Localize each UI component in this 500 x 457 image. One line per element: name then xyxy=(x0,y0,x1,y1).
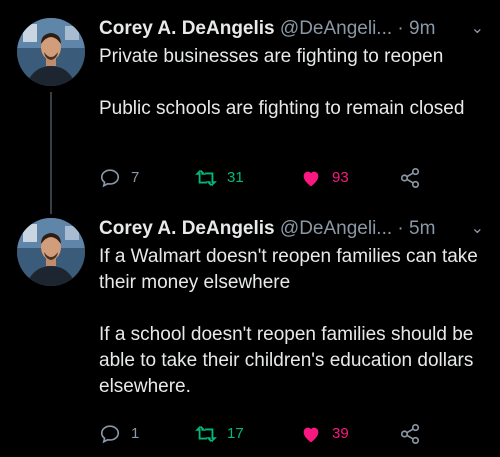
tweet-paragraph: If a Walmart doesn't reopen families can… xyxy=(99,246,478,293)
tweet-actions: 7 31 93 xyxy=(99,166,429,190)
reply-count: 7 xyxy=(131,169,140,186)
retweet-icon xyxy=(195,170,217,186)
chevron-down-icon[interactable]: ⌄ xyxy=(471,216,484,242)
reply-count: 1 xyxy=(131,425,140,442)
reply-button[interactable]: 7 xyxy=(99,166,139,190)
chevron-down-icon[interactable]: ⌄ xyxy=(471,16,484,42)
retweet-count: 31 xyxy=(227,169,244,186)
avatar[interactable] xyxy=(17,18,85,86)
reply-button[interactable]: 1 xyxy=(99,422,139,446)
timestamp[interactable]: 9m xyxy=(409,18,435,39)
tweet-paragraph: If a school doesn't reopen families shou… xyxy=(99,324,474,397)
retweet-icon xyxy=(195,426,217,442)
separator-dot: · xyxy=(397,218,404,239)
user-handle[interactable]: @DeAngeli... xyxy=(280,218,392,239)
reply-icon xyxy=(100,425,120,444)
heart-icon xyxy=(303,171,319,187)
retweet-button[interactable]: 31 xyxy=(195,166,244,190)
thread-connector-line xyxy=(50,92,52,214)
timestamp[interactable]: 5m xyxy=(409,218,435,239)
avatar-image xyxy=(17,18,85,86)
tweet-paragraph: Public schools are fighting to remain cl… xyxy=(99,98,465,119)
like-count: 93 xyxy=(332,169,349,186)
display-name[interactable]: Corey A. DeAngelis xyxy=(99,218,275,239)
like-button[interactable]: 39 xyxy=(300,422,349,446)
separator-dot: · xyxy=(397,18,404,39)
display-name[interactable]: Corey A. DeAngelis xyxy=(99,18,275,39)
share-button[interactable] xyxy=(399,422,431,446)
share-icon xyxy=(400,424,420,444)
tweet-text: Private businesses are fighting to reope… xyxy=(99,44,491,122)
heart-icon xyxy=(303,427,319,443)
avatar[interactable] xyxy=(17,218,85,286)
user-handle[interactable]: @DeAngeli... xyxy=(280,18,392,39)
reply-icon xyxy=(100,169,120,188)
avatar-image xyxy=(17,218,85,286)
tweet-text: If a Walmart doesn't reopen families can… xyxy=(99,244,491,400)
share-button[interactable] xyxy=(399,166,431,190)
retweet-button[interactable]: 17 xyxy=(195,422,244,446)
tweet-paragraph: Private businesses are fighting to reope… xyxy=(99,46,444,67)
like-count: 39 xyxy=(332,425,349,442)
like-button[interactable]: 93 xyxy=(300,166,349,190)
tweet-header: Corey A. DeAngelis @DeAngeli... · 5m ⌄ xyxy=(99,216,490,242)
tweet-actions: 1 17 39 xyxy=(99,422,429,446)
retweet-count: 17 xyxy=(227,425,244,442)
tweet-header: Corey A. DeAngelis @DeAngeli... · 9m ⌄ xyxy=(99,16,490,42)
share-icon xyxy=(400,168,420,188)
